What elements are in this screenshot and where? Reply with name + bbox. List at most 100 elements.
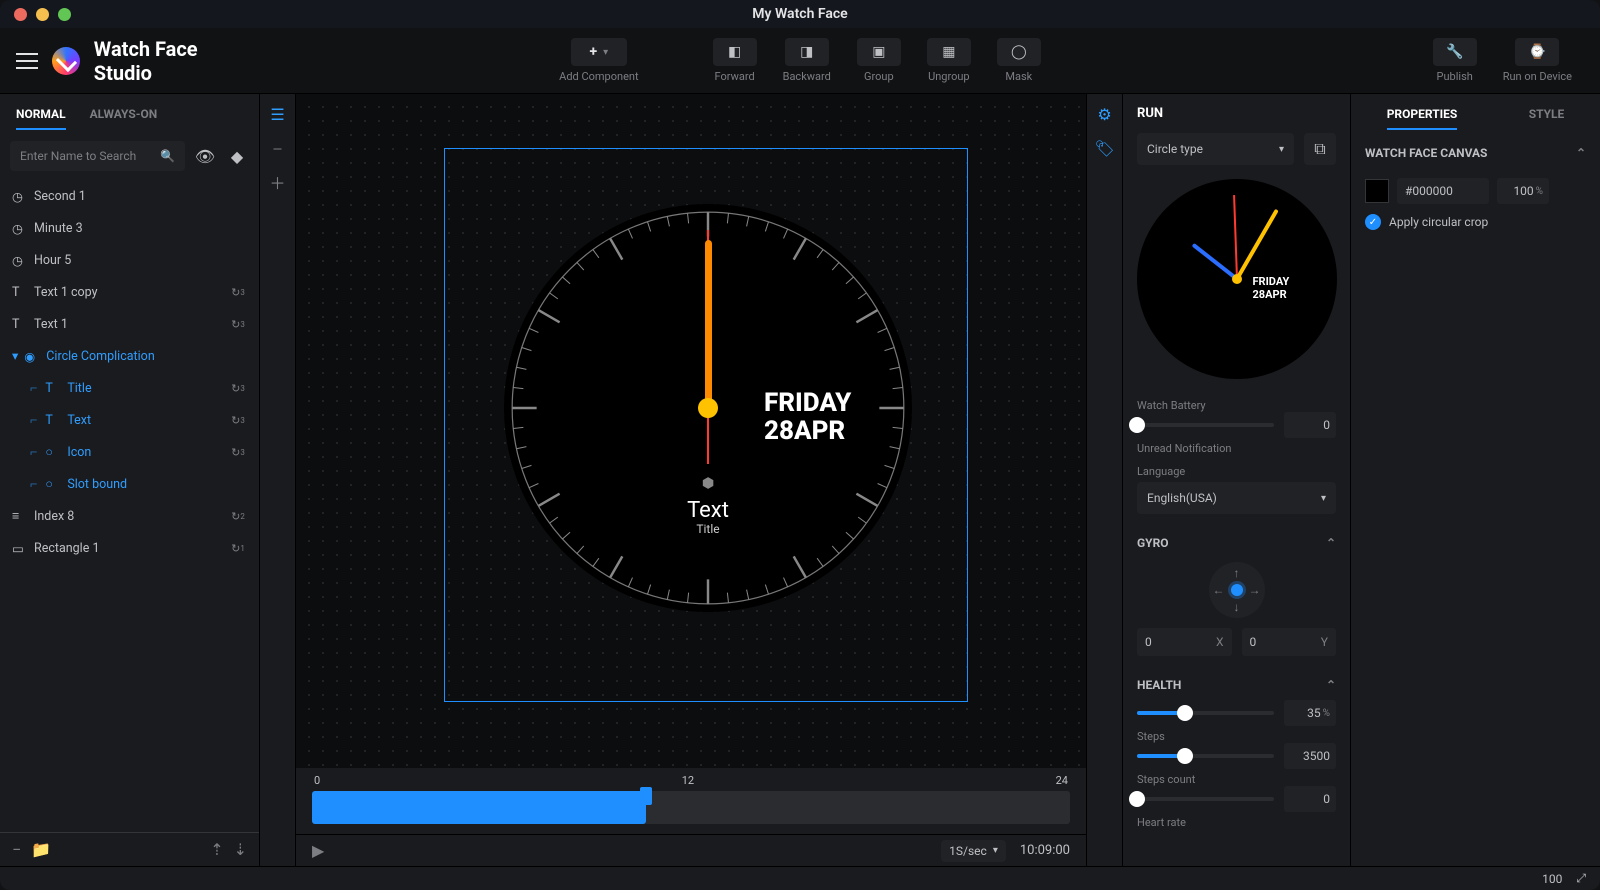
chevron-up-icon: ↑ bbox=[1234, 566, 1240, 580]
circular-crop-checkbox[interactable]: ✓ Apply circular crop bbox=[1351, 210, 1600, 234]
timeline[interactable]: 0 12 24 bbox=[296, 768, 1086, 834]
lock-toggle[interactable]: ◆ bbox=[225, 144, 249, 168]
search-input[interactable]: Enter Name to Search 🔍 bbox=[10, 141, 185, 171]
ungroup-button[interactable]: ▦Ungroup bbox=[921, 38, 977, 83]
layer-type-icon: ○ bbox=[45, 477, 59, 491]
layer-item[interactable]: ⌐TText↻3 bbox=[0, 404, 259, 436]
layer-item[interactable]: TText 1↻3 bbox=[0, 308, 259, 340]
gyro-x-input[interactable]: 0X bbox=[1137, 628, 1232, 656]
date-complication: FRIDAY 28APR bbox=[764, 390, 851, 446]
tab-properties[interactable]: PROPERTIES bbox=[1387, 107, 1458, 121]
layer-type-icon: T bbox=[45, 413, 59, 427]
loop-icon[interactable]: ↻3 bbox=[229, 379, 247, 397]
battery-slider[interactable] bbox=[1137, 423, 1274, 427]
canvas-right-gutter: ⚙ 🏷 bbox=[1086, 94, 1122, 866]
loop-icon[interactable]: ↻2 bbox=[229, 507, 247, 525]
preview-hour-hand bbox=[1191, 243, 1238, 281]
canvas-color-swatch[interactable] bbox=[1365, 179, 1389, 203]
loop-icon[interactable]: ↻3 bbox=[229, 411, 247, 429]
layer-label: Text 1 copy bbox=[34, 285, 221, 300]
hr-slider[interactable] bbox=[1137, 797, 1274, 801]
loop-icon[interactable]: ↻3 bbox=[229, 283, 247, 301]
layer-item[interactable]: ⌐○Icon↻3 bbox=[0, 436, 259, 468]
run-header: RUN bbox=[1123, 94, 1350, 133]
layer-type-icon: T bbox=[12, 317, 26, 331]
steps-pct-slider[interactable] bbox=[1137, 711, 1274, 715]
layer-item[interactable]: ≡Index 8↻2 bbox=[0, 500, 259, 532]
layer-item[interactable]: ▭Rectangle 1↻1 bbox=[0, 532, 259, 564]
collapse-icon[interactable]: ⌃ bbox=[1326, 536, 1336, 550]
pin-icon[interactable]: ⎯ bbox=[266, 136, 290, 160]
watch-face-preview[interactable]: FRIDAY 28APR Text Title bbox=[504, 204, 912, 612]
canvas-left-gutter: ☰ ⎯ ＋ bbox=[260, 94, 296, 866]
layer-type-icon: ◷ bbox=[12, 253, 26, 267]
status-bar: 100 ⤢ bbox=[0, 866, 1600, 890]
remove-layer-icon[interactable]: − bbox=[12, 840, 21, 859]
battery-value[interactable]: 0 bbox=[1284, 412, 1336, 438]
folder-icon[interactable]: 📁 bbox=[31, 840, 51, 859]
app-name: Watch Face Studio bbox=[94, 37, 260, 85]
loop-icon[interactable]: ↻3 bbox=[229, 443, 247, 461]
fullscreen-icon[interactable]: ⤢ bbox=[1576, 871, 1586, 886]
loop-icon[interactable]: ↻3 bbox=[229, 315, 247, 333]
layer-item[interactable]: T Text 1 copy ↻3 bbox=[0, 276, 259, 308]
layer-item[interactable]: ▾◉Circle Complication bbox=[0, 340, 259, 372]
playback-rate-select[interactable]: 1S/sec▾ bbox=[941, 840, 1006, 862]
sort-up-icon[interactable]: ⇡ bbox=[210, 840, 223, 859]
collapse-icon[interactable]: ⌃ bbox=[1326, 678, 1336, 692]
tab-normal[interactable]: NORMAL bbox=[16, 107, 66, 121]
tab-style[interactable]: STYLE bbox=[1529, 107, 1565, 121]
timeline-scrubber[interactable] bbox=[312, 791, 646, 824]
layer-item[interactable]: ◷Hour 5 bbox=[0, 244, 259, 276]
backward-button[interactable]: ◨Backward bbox=[777, 38, 837, 83]
layer-item[interactable]: ⌐TTitle↻3 bbox=[0, 372, 259, 404]
language-select[interactable]: English(USA)▾ bbox=[1137, 482, 1336, 514]
forward-button[interactable]: ◧Forward bbox=[707, 38, 763, 83]
canvas-section-header: WATCH FACE CANVAS bbox=[1365, 146, 1487, 160]
open-external-icon[interactable]: ⧉ bbox=[1304, 133, 1336, 165]
search-placeholder: Enter Name to Search bbox=[20, 149, 160, 163]
canvas-stage[interactable]: FRIDAY 28APR Text Title bbox=[296, 94, 1086, 768]
add-icon[interactable]: ＋ bbox=[266, 170, 290, 194]
layer-item[interactable]: ◷Second 1 bbox=[0, 180, 259, 212]
health-header: HEALTH bbox=[1137, 678, 1181, 692]
layer-type-icon: ○ bbox=[45, 445, 59, 459]
collapse-icon[interactable]: ⌃ bbox=[1576, 146, 1586, 160]
tag-icon[interactable]: 🏷 bbox=[1093, 136, 1117, 160]
gyro-y-input[interactable]: 0Y bbox=[1242, 628, 1337, 656]
canvas-alpha-input[interactable]: 100% bbox=[1497, 178, 1549, 204]
visibility-toggle[interactable]: 👁 bbox=[193, 144, 217, 168]
play-button[interactable]: ▶ bbox=[312, 841, 324, 860]
layers-panel: NORMAL ALWAYS-ON Enter Name to Search 🔍 … bbox=[0, 94, 260, 866]
hr-value[interactable]: 0 bbox=[1284, 786, 1336, 812]
layer-label: Title bbox=[67, 381, 221, 396]
settings-icon[interactable]: ⚙ bbox=[1093, 102, 1117, 126]
shape-select[interactable]: Circle type▾ bbox=[1137, 133, 1294, 165]
canvas-color-input[interactable]: #000000 bbox=[1397, 178, 1489, 204]
caret-down-icon[interactable]: ▾ bbox=[12, 348, 18, 364]
layer-item[interactable]: ⌐○Slot bound bbox=[0, 468, 259, 500]
steps-value[interactable]: 3500 bbox=[1284, 743, 1336, 769]
panel-toggle-layers-icon[interactable]: ☰ bbox=[266, 102, 290, 126]
battery-label: Watch Battery bbox=[1123, 399, 1350, 412]
tab-always-on[interactable]: ALWAYS-ON bbox=[90, 107, 158, 121]
layer-type-icon: T bbox=[12, 285, 26, 299]
loop-icon[interactable]: ↻1 bbox=[229, 539, 247, 557]
publish-button[interactable]: 🔧Publish bbox=[1427, 38, 1483, 83]
gyro-control[interactable]: ↑ ↓ ← → bbox=[1209, 562, 1265, 618]
layer-label: Index 8 bbox=[34, 509, 221, 524]
steps-slider[interactable] bbox=[1137, 754, 1274, 758]
sort-down-icon[interactable]: ⇣ bbox=[234, 840, 247, 859]
layer-item[interactable]: ◷Minute 3 bbox=[0, 212, 259, 244]
layer-type-icon: ◷ bbox=[12, 221, 26, 235]
mask-button[interactable]: ◯Mask bbox=[991, 38, 1047, 83]
menu-icon[interactable] bbox=[16, 53, 38, 69]
window-title: My Watch Face bbox=[0, 6, 1600, 22]
group-button[interactable]: ▣Group bbox=[851, 38, 907, 83]
add-component-button[interactable]: +▾ Add Component bbox=[553, 38, 644, 83]
zoom-value[interactable]: 100 bbox=[1542, 872, 1562, 886]
layer-label: Second 1 bbox=[34, 189, 247, 204]
layer-type-icon: T bbox=[45, 381, 59, 395]
steps-pct-value[interactable]: 35% bbox=[1284, 700, 1336, 726]
run-on-device-button[interactable]: ⌚Run on Device bbox=[1497, 38, 1578, 83]
